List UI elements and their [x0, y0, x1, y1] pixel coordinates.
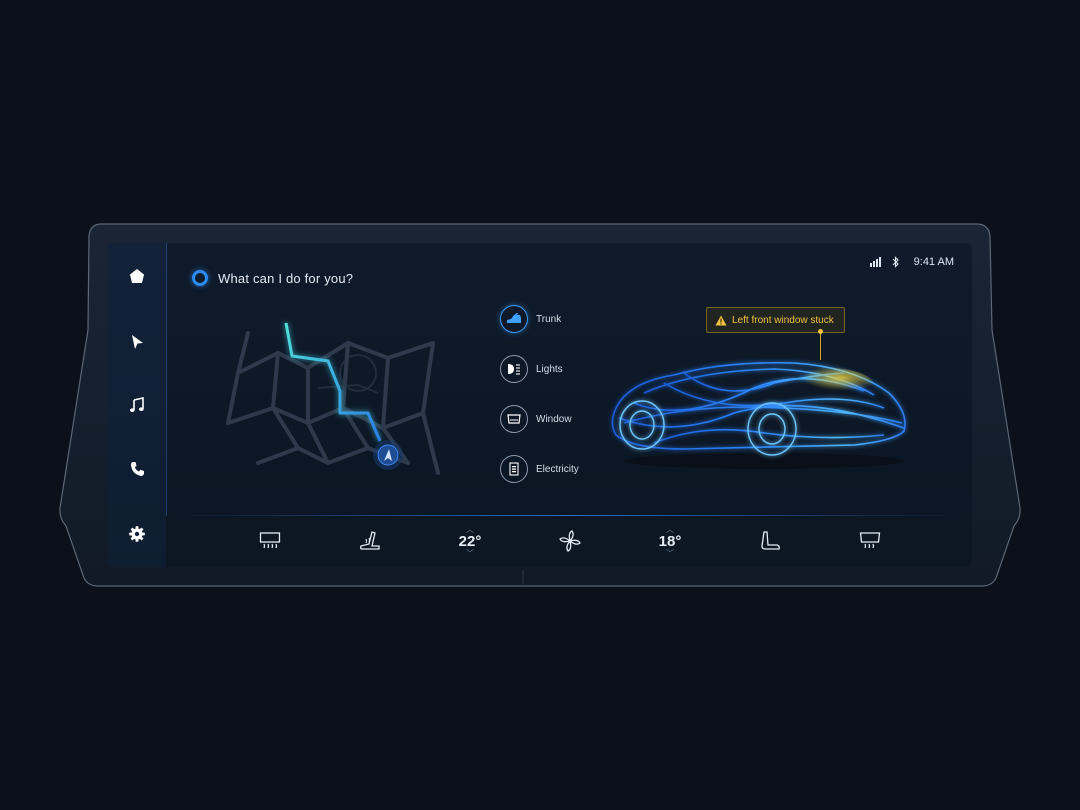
status-bar: 9:41 AM: [869, 253, 954, 271]
bluetooth-icon: [892, 256, 899, 268]
sidebar-item-music[interactable]: [122, 390, 152, 420]
passenger-seat-button[interactable]: [756, 528, 784, 554]
alert-banner[interactable]: Left front window stuck: [706, 307, 845, 333]
fan-icon: [559, 530, 581, 552]
control-label: Trunk: [536, 313, 562, 325]
alert-message: Left front window stuck: [732, 314, 834, 326]
assistant-ring-icon: [192, 270, 208, 286]
passenger-temp-value: 18°: [658, 533, 682, 550]
vehicle-wireframe: [611, 361, 906, 469]
alert-pointer-dot: [818, 329, 823, 334]
signal-icon: [869, 257, 881, 267]
driver-seat-heat-button[interactable]: [356, 528, 384, 554]
window-icon: [500, 405, 528, 433]
home-icon: [130, 269, 144, 283]
control-electricity[interactable]: Electricity: [500, 455, 579, 483]
status-time: 9:41 AM: [913, 256, 954, 268]
seat-icon: [761, 531, 780, 550]
control-window[interactable]: Window: [500, 405, 572, 433]
navigation-arrow-icon: [132, 335, 143, 349]
route-line: [284, 322, 382, 442]
control-trunk[interactable]: Trunk: [500, 305, 561, 333]
climate-bar: ︿ 22° ﹀ ︿ 18° ﹀: [166, 516, 972, 567]
music-note-icon: [130, 397, 144, 412]
sidebar-item-phone[interactable]: [122, 454, 152, 484]
rear-defrost-icon: [259, 532, 281, 549]
sidebar-item-navigation[interactable]: [122, 327, 152, 357]
trunk-icon: [500, 305, 528, 333]
battery-icon: [500, 455, 528, 483]
control-lights[interactable]: Lights: [500, 355, 563, 383]
fan-button[interactable]: [556, 528, 584, 554]
voice-assistant[interactable]: What can I do for you?: [192, 270, 353, 286]
sidebar-item-settings[interactable]: [122, 519, 152, 549]
navigation-map[interactable]: [218, 313, 458, 493]
temp-down-icon[interactable]: ﹀: [666, 550, 674, 558]
phone-icon: [131, 462, 144, 476]
temp-down-icon[interactable]: ﹀: [466, 550, 474, 558]
driver-temp-value: 22°: [458, 533, 482, 550]
assistant-prompt: What can I do for you?: [218, 270, 354, 286]
headlight-icon: [500, 355, 528, 383]
warning-icon: [715, 315, 727, 325]
sidebar: [108, 243, 167, 567]
control-label: Lights: [536, 363, 563, 375]
rear-defrost-button[interactable]: [256, 528, 284, 554]
control-label: Window: [536, 413, 572, 425]
sidebar-item-home[interactable]: [122, 261, 152, 291]
infotainment-screen: 9:41 AM What can I do for you? Trunk Lig…: [108, 243, 972, 567]
control-label: Electricity: [536, 463, 579, 475]
front-defrost-button[interactable]: [856, 528, 884, 554]
current-location-icon: [373, 440, 403, 470]
gear-icon: [129, 526, 145, 542]
driver-temperature[interactable]: ︿ 22° ﹀: [450, 522, 490, 562]
front-defrost-icon: [859, 532, 881, 549]
seat-heat-icon: [360, 531, 380, 550]
passenger-temperature[interactable]: ︿ 18° ﹀: [650, 522, 690, 562]
